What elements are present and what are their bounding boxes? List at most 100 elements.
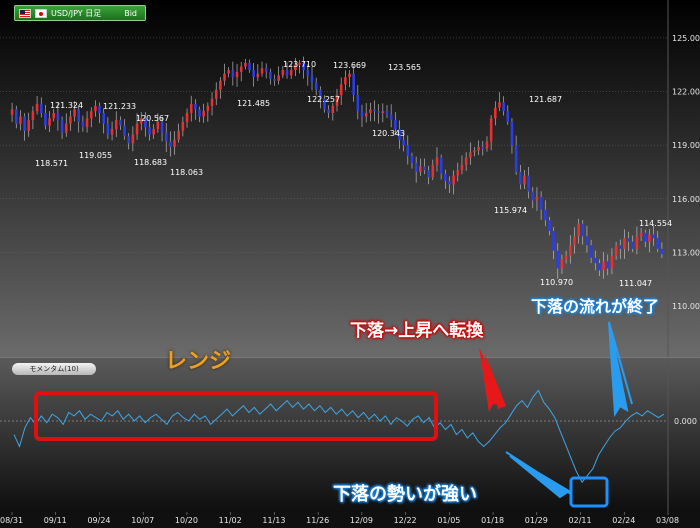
candle-body [69, 116, 72, 124]
candle-body [610, 255, 614, 269]
price-annotation: 118.063 [170, 168, 203, 177]
candle-body [489, 118, 493, 142]
candle-body [502, 102, 505, 112]
pair-label: USD/JPY 日足 [51, 8, 102, 18]
candle-body [131, 134, 135, 144]
candle-body [435, 157, 439, 165]
candle-body [244, 62, 247, 67]
price-annotation: 121.324 [50, 101, 83, 110]
candle-body [189, 104, 193, 113]
candle-body [185, 112, 189, 122]
candle-body [606, 261, 610, 269]
time-tick-label: 01/29 [525, 516, 548, 525]
candle-body [289, 70, 293, 76]
candle-body [277, 75, 280, 81]
downtrend-end-callout: 下落の流れが終了 [531, 297, 660, 316]
candle-body [235, 71, 239, 78]
chart-canvas: 118.571 121.324 119.055 121.233 118.683 120.5… [0, 0, 700, 528]
candle-body [498, 102, 501, 108]
candle-body [269, 71, 272, 79]
time-tick-label: 12/09 [350, 516, 373, 525]
candle-body [160, 121, 164, 133]
candle-body [631, 241, 635, 249]
candle-body [31, 111, 35, 121]
candle-body [106, 123, 110, 135]
candle-body [556, 250, 560, 269]
candle-body [94, 105, 97, 112]
candle-body [577, 223, 580, 237]
price-annotation: 120.567 [136, 114, 169, 123]
candle-body [543, 209, 547, 221]
candle-body [127, 136, 131, 144]
candle-body [648, 234, 651, 242]
candle-body [402, 139, 405, 146]
candle-body [481, 146, 485, 149]
candle-body [423, 166, 426, 171]
candle-body [310, 75, 314, 83]
time-tick-label: 09/24 [87, 516, 110, 525]
candle-body [285, 70, 289, 76]
candle-body [494, 107, 497, 119]
candle-body [452, 175, 455, 185]
candle-body [360, 111, 364, 117]
price-tick-label: 116.000 [672, 195, 700, 204]
candle-body [431, 164, 435, 178]
candle-body [548, 220, 551, 231]
candle-body [60, 120, 64, 133]
candle-body [306, 70, 310, 76]
candle-body [85, 118, 89, 128]
candle-body [639, 232, 643, 237]
candle-body [560, 259, 564, 269]
candle-body [89, 111, 93, 119]
candle-body [135, 123, 139, 135]
price-annotation: 110.970 [540, 278, 573, 287]
price-annotation: 118.683 [134, 158, 167, 167]
candle-body [448, 180, 451, 185]
time-tick-label: 01/05 [437, 516, 460, 525]
candle-body [260, 68, 264, 74]
momentum-zero-label: 0.000 [674, 417, 697, 426]
candle-body [114, 120, 118, 130]
candle-body [194, 104, 197, 110]
candle-body [39, 104, 43, 113]
candle-body [10, 109, 14, 115]
time-tick-label: 11/02 [219, 516, 242, 525]
chart-window: 118.571 121.324 119.055 121.233 118.683 120.5… [0, 0, 700, 528]
candle-body [377, 111, 380, 113]
candle-body [73, 109, 76, 117]
price-annotation: 111.047 [619, 279, 652, 288]
candle-body [427, 170, 430, 178]
strong-down-callout: 下落の勢いが強い [333, 484, 477, 505]
pair-badge[interactable]: USD/JPY 日足 Bid [14, 5, 146, 21]
candle-body [485, 141, 489, 149]
candle-body [531, 191, 535, 201]
candle-body [219, 80, 222, 90]
time-tick-label: 02/11 [569, 516, 592, 525]
candle-body [618, 245, 622, 249]
time-tick-label: 10/07 [131, 516, 154, 525]
candle-body [264, 68, 268, 72]
price-annotation: 118.571 [35, 159, 68, 168]
price-tick-label: 119.000 [672, 141, 700, 150]
candle-body [614, 245, 618, 256]
candle-body [464, 157, 468, 165]
candle-body [635, 236, 639, 249]
candle-body [110, 129, 114, 135]
time-tick-label: 11/26 [306, 516, 329, 525]
time-tick-label: 10/20 [175, 516, 198, 525]
candle-body [439, 157, 443, 174]
candle-body [585, 236, 589, 246]
candle-body [460, 164, 464, 171]
candle-body [456, 170, 460, 176]
indicator-label[interactable]: モメンタム(10) [12, 363, 96, 375]
candle-body [477, 146, 480, 151]
candle-body [348, 73, 351, 78]
us-flag-icon [19, 8, 31, 18]
price-annotation: 123.565 [388, 63, 421, 72]
candle-body [510, 121, 514, 146]
candle-body [239, 66, 243, 72]
candle-body [148, 127, 151, 135]
candle-body [602, 261, 605, 271]
candle-body [123, 125, 126, 137]
candle-body [181, 121, 185, 131]
